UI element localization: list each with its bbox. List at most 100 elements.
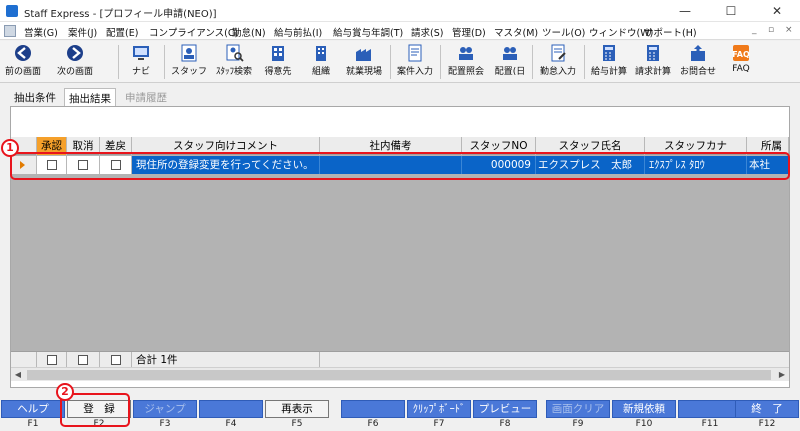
- return-all-checkbox[interactable]: [111, 355, 121, 365]
- attendance-input-button[interactable]: 勤怠入力: [536, 42, 580, 82]
- f8-label: F8: [499, 419, 511, 429]
- menu-placement[interactable]: 配置(E): [106, 25, 138, 39]
- staff-button[interactable]: スタッフ: [170, 42, 208, 82]
- close-button[interactable]: ✕: [754, 0, 800, 22]
- app-icon: [6, 5, 18, 17]
- menu-compliance[interactable]: コンプライアンス(C): [149, 25, 238, 39]
- help-button[interactable]: ヘルプ: [1, 400, 65, 418]
- back-button[interactable]: 前の画面: [2, 42, 44, 82]
- menu-bar: 営業(G) 案件(J) 配置(E) コンプライアンス(C) 勤怠(N) 給与前払…: [0, 22, 800, 40]
- bill-calc-label: 請求計算: [634, 67, 671, 77]
- f7-label: F7: [433, 419, 445, 429]
- monitor-icon: [133, 46, 149, 60]
- staff-search-label: ｽﾀｯﾌ検索: [215, 67, 252, 77]
- timesheet-icon: [551, 44, 566, 62]
- next-label: 次の画面: [56, 67, 93, 77]
- tab-history[interactable]: 申請履歴: [121, 88, 171, 106]
- mdi-minimize-button[interactable]: _: [752, 25, 757, 35]
- org-building-icon: [316, 46, 326, 61]
- tab-bar: 抽出条件 抽出結果 申請履歴: [0, 88, 800, 106]
- mdi-doc-icon[interactable]: [4, 25, 16, 37]
- preview-button[interactable]: プレビュー: [473, 400, 537, 418]
- nav-label: ナビ: [131, 67, 150, 77]
- horizontal-scrollbar[interactable]: ◀ ▶: [11, 367, 789, 381]
- f9-label: F9: [572, 419, 584, 429]
- tab-results[interactable]: 抽出結果: [64, 88, 116, 106]
- menu-admin[interactable]: 管理(D): [452, 25, 486, 39]
- next-button[interactable]: 次の画面: [52, 42, 98, 82]
- cancel-all-checkbox[interactable]: [78, 355, 88, 365]
- org-label: 組織: [311, 67, 330, 77]
- staff-search-button[interactable]: ｽﾀｯﾌ検索: [212, 42, 256, 82]
- f3-label: F3: [159, 419, 171, 429]
- scroll-right-icon[interactable]: ▶: [775, 368, 789, 382]
- footer-indicator: [11, 352, 37, 368]
- approve-all-checkbox[interactable]: [47, 355, 57, 365]
- nav-button[interactable]: ナビ: [124, 42, 158, 82]
- menu-master[interactable]: マスタ(M): [494, 25, 538, 39]
- f5-label: F5: [291, 419, 303, 429]
- grid-footer: 合計 1件: [11, 351, 789, 368]
- mdi-restore-button[interactable]: ▫: [768, 25, 774, 35]
- client-label: 得意先: [264, 67, 292, 77]
- org-button[interactable]: 組織: [306, 42, 336, 82]
- f1-label: F1: [27, 419, 39, 429]
- exit-button[interactable]: 終 了: [735, 400, 799, 418]
- f4-button[interactable]: [199, 400, 263, 418]
- new-request-button[interactable]: 新規依頼: [612, 400, 676, 418]
- f11-label: F11: [701, 419, 719, 429]
- clear-screen-button[interactable]: 画面クリア: [546, 400, 610, 418]
- menu-payroll[interactable]: 給与賞与年調(T): [333, 25, 403, 39]
- minimize-button[interactable]: —: [662, 0, 708, 22]
- svg-text:FAQ: FAQ: [732, 50, 750, 59]
- f11-button[interactable]: [678, 400, 742, 418]
- people-day-icon: [503, 47, 517, 60]
- f6-button[interactable]: [341, 400, 405, 418]
- footer-return-cell: [100, 352, 132, 368]
- toolbar-separator: [532, 45, 533, 79]
- scroll-left-icon[interactable]: ◀: [11, 368, 25, 382]
- menu-sales[interactable]: 営業(G): [24, 25, 58, 39]
- placement-day-button[interactable]: 配置(日: [490, 42, 530, 82]
- maximize-button[interactable]: ☐: [708, 0, 754, 22]
- staff-label: スタッフ: [170, 67, 207, 77]
- site-button[interactable]: 就業現場: [342, 42, 386, 82]
- attendance-input-label: 勤怠入力: [539, 67, 576, 77]
- case-input-button[interactable]: 案件入力: [394, 42, 436, 82]
- placement-ref-button[interactable]: 配置照会: [444, 42, 488, 82]
- total-count: 合計 1件: [132, 352, 320, 368]
- callout-badge-1: 1: [1, 139, 19, 157]
- site-label: 就業現場: [345, 67, 382, 77]
- menu-billing[interactable]: 請求(S): [411, 25, 443, 39]
- toolbar-separator: [440, 45, 441, 79]
- bill-calc-button[interactable]: 請求計算: [632, 42, 674, 82]
- grid-body: 現住所の登録変更を行ってください。 000009 エクスプレス 太郎 ｴｸｽﾌﾟ…: [11, 155, 789, 351]
- people-icon: [459, 47, 473, 60]
- menu-tools[interactable]: ツール(O): [542, 25, 585, 39]
- menu-support[interactable]: サポート(H): [644, 25, 697, 39]
- menu-case[interactable]: 案件(J): [68, 25, 97, 39]
- client-button[interactable]: 得意先: [260, 42, 296, 82]
- refresh-button[interactable]: 再表示: [265, 400, 329, 418]
- footer-approve-cell: [37, 352, 67, 368]
- faq-icon: FAQ: [732, 45, 750, 61]
- f12-label: F12: [758, 419, 776, 429]
- window-title: Staff Express - [プロフィール申請(NEO)]: [24, 9, 217, 20]
- tab-conditions[interactable]: 抽出条件: [10, 88, 60, 106]
- mdi-close-button[interactable]: ×: [785, 25, 793, 35]
- placement-day-label: 配置(日: [494, 67, 526, 77]
- menu-advance-pay[interactable]: 給与前払(I): [274, 25, 322, 39]
- staff-search-icon: [226, 44, 244, 62]
- clipboard-button[interactable]: ｸﾘｯﾌﾟﾎﾞｰﾄﾞ: [407, 400, 471, 418]
- inquiry-button[interactable]: お問合せ: [676, 42, 720, 82]
- faq-button[interactable]: FAQ FAQ: [726, 42, 756, 82]
- scroll-thumb[interactable]: [27, 370, 771, 380]
- callout-badge-2: 2: [56, 383, 74, 401]
- menu-attendance[interactable]: 勤怠(N): [232, 25, 266, 39]
- jump-button[interactable]: ジャンプ: [133, 400, 197, 418]
- toolbar: 前の画面 次の画面 ナビ スタッフ ｽﾀｯﾌ検索 得意先 組織 就業現場 案件入…: [0, 41, 800, 83]
- pay-calc-button[interactable]: 給与計算: [588, 42, 630, 82]
- toolbar-separator: [118, 45, 119, 79]
- toolbar-separator: [164, 45, 165, 79]
- toolbar-separator: [390, 45, 391, 79]
